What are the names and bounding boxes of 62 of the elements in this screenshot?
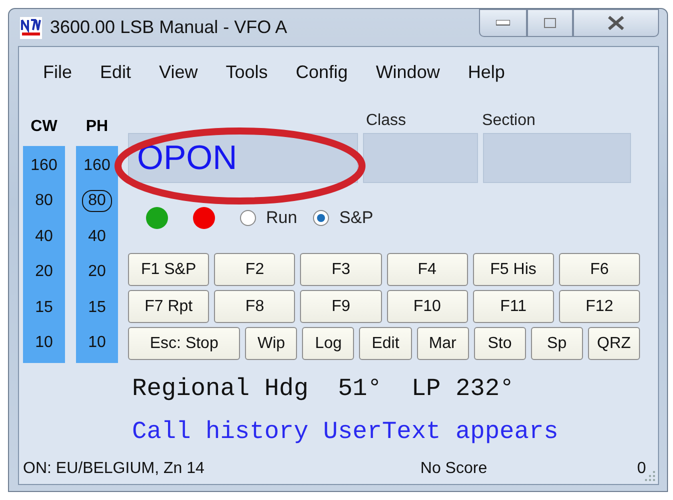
class-field[interactable] (363, 133, 478, 183)
function-key-button[interactable]: F8 (214, 290, 296, 323)
menu-item[interactable]: Config (282, 62, 362, 82)
function-key-button[interactable]: Sp (530, 327, 583, 360)
app-logo-icon (20, 16, 42, 38)
band-item[interactable]: 10 (82, 332, 112, 354)
function-key-button[interactable]: F1 S&P (128, 253, 210, 286)
window-title: 3600.00 LSB Manual - VFO A (50, 17, 288, 38)
menu-item[interactable]: View (145, 62, 212, 82)
field-label: Section (482, 112, 536, 130)
function-key-button[interactable]: F12 (558, 290, 640, 323)
function-key-button[interactable]: Sto (474, 327, 526, 360)
function-key-button[interactable]: F6 (558, 253, 640, 286)
maximize-button[interactable] (527, 9, 573, 37)
menu-item[interactable]: File (29, 62, 86, 82)
location-status: ON: EU/BELGIUM, Zn 14 (23, 460, 206, 478)
function-key-button[interactable]: F10 (386, 290, 468, 323)
band-item[interactable]: 40 (82, 226, 112, 248)
menu-item[interactable]: Window (362, 62, 454, 82)
function-key-button[interactable]: F4 (386, 253, 468, 286)
call-value: OPON (137, 138, 238, 178)
function-key-button[interactable]: F9 (300, 290, 382, 323)
minimize-button[interactable] (479, 9, 527, 37)
band-item[interactable]: 15 (29, 296, 59, 319)
function-key-button[interactable]: F11 (472, 290, 554, 323)
band-item[interactable]: 160 (78, 154, 116, 177)
band-item[interactable]: 10 (29, 332, 59, 354)
minimize-icon (496, 20, 510, 26)
band-item[interactable]: 40 (29, 226, 59, 248)
score-status: No Score (420, 460, 488, 478)
close-button[interactable] (573, 9, 659, 37)
function-key-button[interactable]: QRZ (588, 327, 640, 360)
count-status: 0 (637, 460, 646, 478)
menu-item[interactable]: Help (454, 62, 519, 82)
user-text: Call history UserText appears (131, 418, 560, 448)
section-field[interactable] (483, 133, 631, 183)
function-key-button[interactable]: Esc: Stop (128, 327, 240, 360)
band-item[interactable]: 20 (29, 261, 59, 284)
function-key-button[interactable]: Mar (416, 327, 469, 360)
menu-item[interactable]: Edit (86, 62, 146, 82)
function-key-button[interactable]: Wip (245, 327, 298, 360)
band-header: CW (30, 118, 58, 137)
band-item[interactable]: 20 (82, 261, 112, 284)
band-header: PH (86, 118, 108, 137)
mode-radio[interactable]: S&P (313, 208, 374, 228)
function-key-button[interactable]: F7 Rpt (128, 290, 210, 323)
close-icon (607, 16, 625, 30)
menu-item[interactable]: Tools (212, 62, 282, 82)
function-key-button[interactable]: F5 His (472, 253, 554, 286)
band-item[interactable]: 80 (82, 190, 112, 212)
function-key-button[interactable]: Log (302, 327, 354, 360)
resize-grip-icon[interactable] (644, 470, 656, 482)
function-key-button[interactable]: Edit (359, 327, 412, 360)
band-item[interactable]: 80 (29, 190, 59, 212)
function-key-button[interactable]: F2 (214, 253, 296, 286)
band-item[interactable]: 15 (82, 296, 112, 319)
maximize-icon (544, 18, 556, 28)
mode-radio[interactable]: Run (240, 208, 298, 228)
function-key-button[interactable]: F3 (300, 253, 382, 286)
band-item[interactable]: 160 (24, 154, 64, 177)
field-label: Class (366, 112, 406, 130)
heading-info: Regional Hdg 51° LP 232° (131, 375, 516, 405)
